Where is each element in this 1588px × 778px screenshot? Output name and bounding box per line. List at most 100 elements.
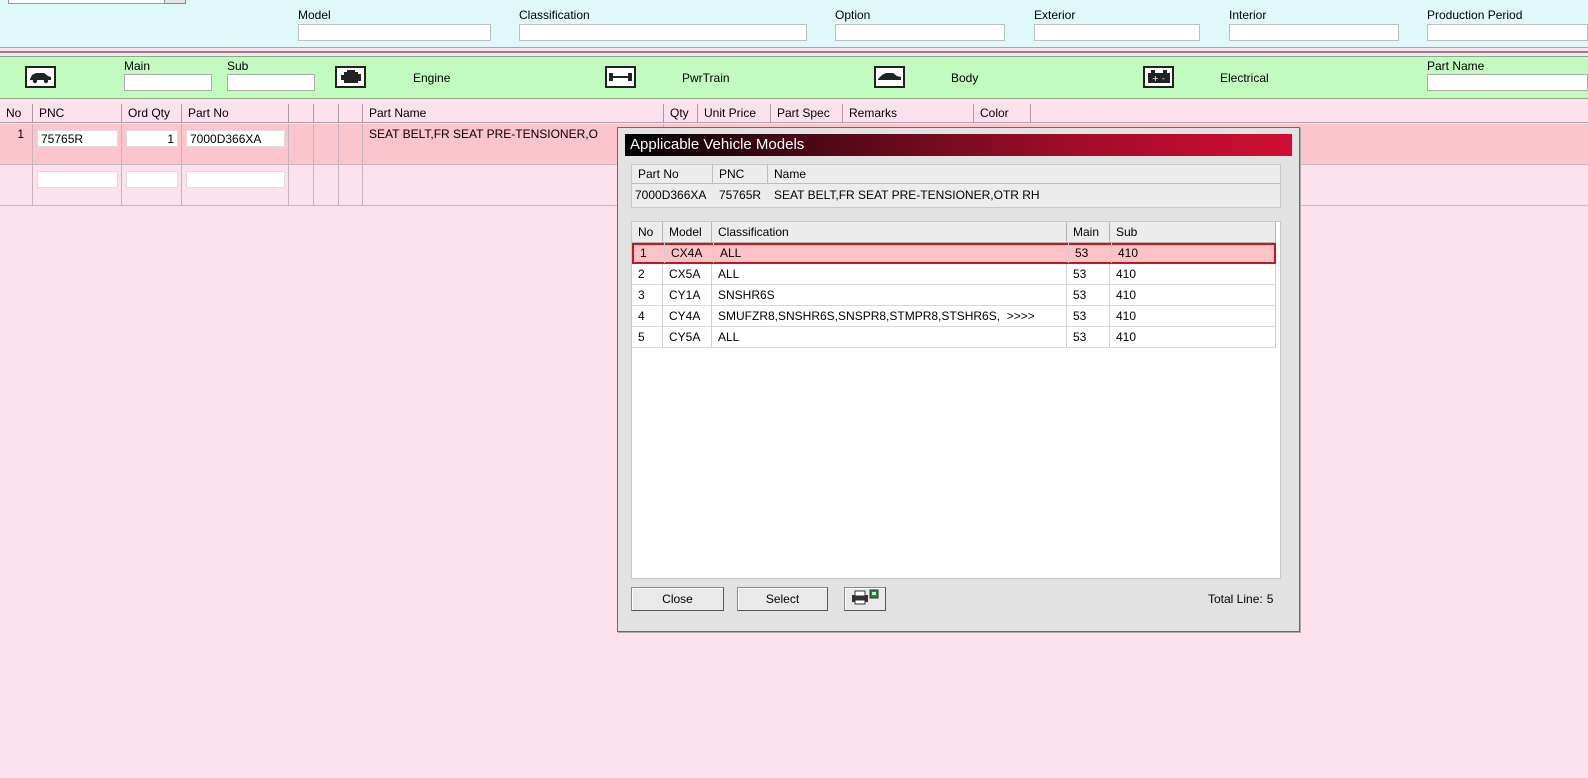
- engine-icon[interactable]: [335, 66, 366, 88]
- col-part-spec[interactable]: Part Spec: [771, 104, 843, 123]
- list-header-no[interactable]: No: [632, 222, 663, 243]
- item-no: 3: [632, 285, 663, 305]
- print-button[interactable]: [844, 587, 886, 611]
- info-name: SEAT BELT,FR SEAT PRE-TENSIONER,OTR RH: [774, 188, 1040, 202]
- item-classification: ALL: [712, 264, 1067, 284]
- production-period-label: Production Period: [1427, 8, 1523, 22]
- svg-text:+: +: [1152, 74, 1159, 83]
- category-bar: Main Sub Engine PwrTrain Body + - Electri…: [0, 56, 1588, 99]
- item-classification: SNSHR6S: [712, 285, 1067, 305]
- body-icon[interactable]: [874, 66, 905, 88]
- part-no-input[interactable]: [186, 171, 285, 188]
- item-no: 1: [634, 243, 665, 263]
- total-line: Total Line: 5: [1208, 592, 1273, 606]
- item-model: CY5A: [663, 327, 712, 347]
- car-icon[interactable]: [25, 66, 56, 88]
- production-period-input[interactable]: [1427, 24, 1588, 41]
- list-item[interactable]: 1 CX4A ALL 53 410: [632, 243, 1276, 264]
- battery-icon[interactable]: + -: [1143, 66, 1174, 88]
- separator: [0, 51, 1588, 53]
- item-model: CX4A: [665, 243, 714, 263]
- exterior-label: Exterior: [1034, 8, 1076, 22]
- model-input[interactable]: [298, 24, 491, 41]
- item-sub: 410: [1110, 264, 1276, 284]
- info-header-part-no: Part No: [632, 165, 713, 184]
- printer-icon: [849, 588, 881, 613]
- row-blank-2: [314, 165, 339, 206]
- classification-input[interactable]: [519, 24, 807, 41]
- item-sub: 410: [1110, 285, 1276, 305]
- list-item[interactable]: 4 CY4A SMUFZR8,SNSHR6S,SNSPR8,STMPR8,STS…: [632, 306, 1276, 327]
- interior-label: Interior: [1229, 8, 1267, 22]
- item-main: 53: [1069, 243, 1112, 263]
- info-header-name: Name: [768, 165, 1280, 184]
- col-part-no[interactable]: Part No: [182, 104, 289, 123]
- col-pnc[interactable]: PNC: [33, 104, 122, 123]
- row-pnc-cell: [33, 165, 122, 206]
- col-color[interactable]: Color: [974, 104, 1031, 123]
- model-label: Model: [298, 8, 331, 22]
- engine-label[interactable]: Engine: [413, 71, 450, 85]
- option-input[interactable]: [835, 24, 1005, 41]
- list-header-sub[interactable]: Sub: [1110, 222, 1276, 243]
- col-blank-1[interactable]: [289, 104, 314, 123]
- item-main: 53: [1067, 306, 1110, 326]
- select-button[interactable]: Select: [737, 587, 828, 611]
- item-main: 53: [1067, 327, 1110, 347]
- interior-input[interactable]: [1229, 24, 1399, 41]
- col-remarks[interactable]: Remarks: [843, 104, 974, 123]
- list-header-model[interactable]: Model: [663, 222, 712, 243]
- body-label[interactable]: Body: [951, 71, 978, 85]
- col-blank-3[interactable]: [339, 104, 363, 123]
- part-info-box: Part No PNC Name 7000D366XA 75765R SEAT …: [631, 164, 1281, 208]
- combo-dropdown-button[interactable]: [164, 0, 186, 4]
- pwrtrain-label[interactable]: PwrTrain: [682, 71, 730, 85]
- col-qty[interactable]: Qty: [664, 104, 698, 123]
- dialog-title: Applicable Vehicle Models: [625, 134, 1292, 156]
- item-classification: SMUFZR8,SNSHR6S,SNSPR8,STMPR8,STSHR6S, >…: [712, 306, 1067, 326]
- main-input[interactable]: [124, 74, 212, 91]
- row-pnc-cell: 75765R: [33, 124, 122, 165]
- sub-input[interactable]: [227, 74, 315, 91]
- parts-grid-header: No PNC Ord Qty Part No Part Name Qty Uni…: [0, 104, 1588, 123]
- item-no: 4: [632, 306, 663, 326]
- item-model: CY4A: [663, 306, 712, 326]
- total-label: Total Line:: [1208, 592, 1263, 606]
- item-no: 2: [632, 264, 663, 284]
- col-ord-qty[interactable]: Ord Qty: [122, 104, 182, 123]
- powertrain-icon[interactable]: [605, 66, 636, 88]
- col-unit-price[interactable]: Unit Price: [698, 104, 771, 123]
- row-blank-2: [314, 124, 339, 165]
- part-name-label: Part Name: [1427, 59, 1485, 73]
- ord-qty-input[interactable]: [126, 171, 178, 188]
- row-blank-3: [339, 165, 363, 206]
- list-header-main[interactable]: Main: [1067, 222, 1110, 243]
- filter-bar: Model Classification Option Exterior Int…: [0, 0, 1588, 48]
- info-header-pnc: PNC: [713, 165, 768, 184]
- info-pnc: 75765R: [719, 188, 762, 202]
- pnc-input[interactable]: [37, 171, 118, 188]
- close-button[interactable]: Close: [631, 587, 724, 611]
- item-model: CY1A: [663, 285, 712, 305]
- item-classification: ALL: [714, 243, 1069, 263]
- col-no[interactable]: No: [0, 104, 33, 123]
- ord-qty-input[interactable]: 1: [126, 130, 178, 147]
- row-blank-1: [289, 165, 314, 206]
- list-item[interactable]: 5 CY5A ALL 53 410: [632, 327, 1276, 348]
- top-combo-box[interactable]: [8, 0, 186, 4]
- col-part-name[interactable]: Part Name: [363, 104, 664, 123]
- electrical-label[interactable]: Electrical: [1220, 71, 1269, 85]
- list-header-classification[interactable]: Classification: [712, 222, 1067, 243]
- row-no: 1: [0, 124, 33, 165]
- total-value: 5: [1266, 592, 1274, 606]
- main-label: Main: [124, 59, 151, 73]
- list-item[interactable]: 2 CX5A ALL 53 410: [632, 264, 1276, 285]
- exterior-input[interactable]: [1034, 24, 1200, 41]
- part-name-input[interactable]: [1427, 74, 1588, 91]
- list-item[interactable]: 3 CY1A SNSHR6S 53 410: [632, 285, 1276, 306]
- pnc-input[interactable]: 75765R: [37, 130, 118, 147]
- part-no-input[interactable]: 7000D366XA: [186, 130, 285, 147]
- col-blank-2[interactable]: [314, 104, 339, 123]
- item-sub: 410: [1118, 246, 1139, 260]
- item-sub: 410: [1110, 327, 1276, 347]
